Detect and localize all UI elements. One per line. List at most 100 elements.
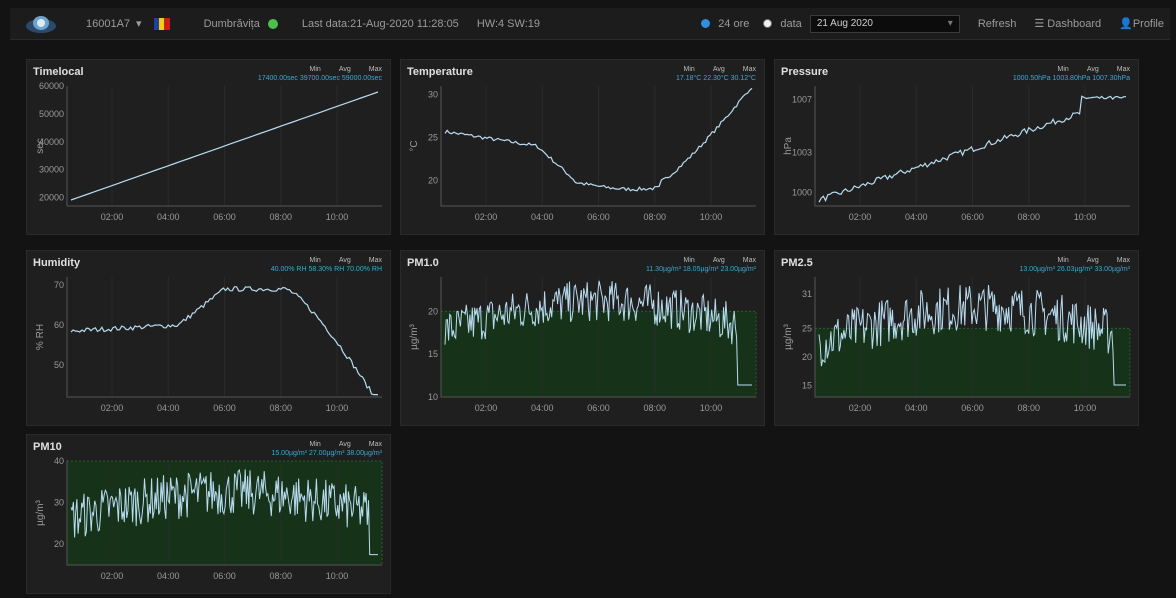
y-axis-label: µg/m³ — [409, 323, 420, 349]
x-tick-label: 02:00 — [101, 571, 124, 581]
y-tick-label: 1007 — [792, 94, 812, 104]
y-tick-label: 15 — [428, 349, 438, 359]
x-tick-label: 06:00 — [213, 403, 236, 413]
x-tick-label: 10:00 — [1074, 403, 1097, 413]
date-picker-input[interactable]: 21 Aug 2020 ▾ — [809, 14, 960, 33]
radio-24h[interactable] — [701, 19, 711, 28]
top-navbar: 16001A7 ▾ Dumbrăvița Last data:21-Aug-20… — [10, 8, 1170, 40]
chart-panel-humidity: Humidity Min Avg Max 40.00% RH 58.30% RH 70.… — [26, 250, 391, 426]
list-icon: ☰ — [1034, 18, 1045, 30]
chevron-down-icon: ▾ — [136, 18, 142, 30]
romania-flag-icon — [153, 17, 170, 30]
y-tick-label: 50000 — [39, 109, 64, 119]
x-tick-label: 04:00 — [157, 571, 180, 581]
x-tick-label: 06:00 — [213, 571, 236, 581]
x-tick-label: 10:00 — [1074, 212, 1097, 222]
profile-label: Profile — [1132, 18, 1164, 30]
y-tick-label: 1000 — [792, 188, 812, 198]
device-selector[interactable]: 16001A7 ▾ — [86, 17, 170, 30]
x-tick-label: 04:00 — [531, 212, 554, 222]
x-tick-label: 08:00 — [269, 571, 292, 581]
x-tick-label: 06:00 — [213, 212, 236, 222]
x-tick-label: 02:00 — [475, 403, 498, 413]
y-tick-label: 20 — [54, 539, 64, 549]
chart-plot[interactable]: 02:00 04:00 06:00 08:00 10:00600005000040000… — [27, 60, 392, 236]
x-tick-label: 04:00 — [157, 212, 180, 222]
status-dot-icon — [267, 18, 278, 29]
x-tick-label: 06:00 — [587, 212, 610, 222]
y-tick-label: 1003 — [792, 148, 812, 158]
x-tick-label: 06:00 — [587, 403, 610, 413]
x-tick-label: 06:00 — [961, 212, 984, 222]
x-tick-label: 08:00 — [269, 212, 292, 222]
y-tick-label: 25 — [428, 132, 438, 142]
chart-plot[interactable]: 02:00 04:00 06:00 08:00 10:00 70 60 50 % RH — [27, 251, 392, 427]
y-tick-label: 20 — [428, 175, 438, 185]
y-tick-label: 70 — [54, 280, 64, 290]
refresh-button[interactable]: Refresh — [978, 18, 1017, 30]
radio-24h-label[interactable]: 24 ore — [718, 18, 749, 30]
user-icon: 👤 — [1119, 18, 1133, 30]
x-tick-label: 10:00 — [700, 212, 723, 222]
y-tick-label: 60 — [54, 320, 64, 330]
y-tick-label: 20 — [428, 306, 438, 316]
y-tick-label: 25 — [802, 323, 812, 333]
app-logo-icon[interactable] — [24, 13, 58, 35]
y-tick-label: 10 — [428, 392, 438, 402]
y-tick-label: 50 — [54, 360, 64, 370]
x-tick-label: 10:00 — [700, 403, 723, 413]
location-status: Dumbrăvița — [204, 18, 278, 30]
x-tick-label: 08:00 — [643, 212, 666, 222]
x-tick-label: 04:00 — [905, 212, 928, 222]
y-tick-label: 40 — [54, 456, 64, 466]
chart-panel-pm1: PM1.0 Min Avg Max 11.30µg/m³ 18.05µg/m³ 23.0… — [400, 250, 765, 426]
y-tick-label: 20 — [802, 352, 812, 362]
y-axis-label: °C — [409, 140, 420, 151]
chart-panel-temperature: Temperature Min Avg Max 17.18°C 22.30°C 30.1… — [400, 59, 765, 235]
chart-plot[interactable]: 02:00 04:00 06:00 08:00 10:00 40 30 20 µg/m³ — [27, 435, 392, 595]
x-tick-label: 08:00 — [269, 403, 292, 413]
y-axis-label: hPa — [783, 137, 794, 155]
radio-date[interactable] — [763, 19, 773, 28]
city-name: Dumbrăvița — [203, 17, 260, 30]
dashboard-label: Dashboard — [1047, 18, 1102, 30]
x-tick-label: 02:00 — [849, 212, 872, 222]
y-tick-label: 30000 — [39, 165, 64, 175]
profile-link[interactable]: 👤Profile — [1119, 17, 1164, 30]
chart-plot[interactable]: 02:00 04:00 06:00 08:00 10:00 1007 1003 1000 hPa — [775, 60, 1140, 236]
x-tick-label: 10:00 — [326, 571, 349, 581]
x-tick-label: 02:00 — [101, 212, 124, 222]
chevron-down-icon: ▾ — [947, 18, 953, 29]
y-tick-label: 30 — [54, 498, 64, 508]
chart-plot[interactable]: 02:00 04:00 06:00 08:00 10:00 31 25 20 15 µg/m³ — [775, 251, 1140, 427]
x-tick-label: 02:00 — [475, 212, 498, 222]
chart-panel-pm25: PM2.5 Min Avg Max 13.00µg/m³ 26.03µg/m³ 33.0… — [774, 250, 1139, 426]
hw-sw-version: HW:4 SW:19 — [476, 17, 540, 30]
y-axis-label: µg/m³ — [35, 499, 46, 525]
device-id: 16001A7 — [86, 17, 131, 30]
radio-date-label[interactable]: data — [780, 18, 801, 30]
y-tick-label: 15 — [802, 381, 812, 391]
date-value: 21 Aug 2020 — [816, 18, 873, 29]
x-tick-label: 10:00 — [326, 403, 349, 413]
x-tick-label: 04:00 — [531, 403, 554, 413]
x-tick-label: 04:00 — [157, 403, 180, 413]
last-data-text: Last data:21-Aug-2020 11:28:05 — [301, 17, 459, 30]
x-tick-label: 10:00 — [326, 212, 349, 222]
y-tick-label: 60000 — [39, 81, 64, 91]
y-axis-label: % RH — [35, 324, 46, 350]
x-tick-label: 02:00 — [849, 403, 872, 413]
x-tick-label: 08:00 — [1017, 403, 1040, 413]
x-tick-label: 08:00 — [1017, 212, 1040, 222]
x-tick-label: 04:00 — [905, 403, 928, 413]
chart-plot[interactable]: 02:00 04:00 06:00 08:00 10:00 20 15 10 µg/m³ — [401, 251, 766, 427]
dashboard-link[interactable]: ☰ Dashboard — [1034, 17, 1101, 30]
x-tick-label: 08:00 — [643, 403, 666, 413]
chart-plot[interactable]: 02:00 04:00 06:00 08:00 10:00 30 25 20 °C — [401, 60, 766, 236]
y-tick-label: 30 — [428, 90, 438, 100]
chart-panel-pm10: PM10 Min Avg Max 15.00µg/m³ 27.00µg/m³ 38.00… — [26, 434, 391, 594]
chart-panel-pressure: Pressure Min Avg Max 1000.50hPa 1003.80hPa 1… — [774, 59, 1139, 235]
y-axis-label: µg/m³ — [783, 323, 794, 349]
y-tick-label: 31 — [802, 289, 812, 299]
x-tick-label: 06:00 — [961, 403, 984, 413]
